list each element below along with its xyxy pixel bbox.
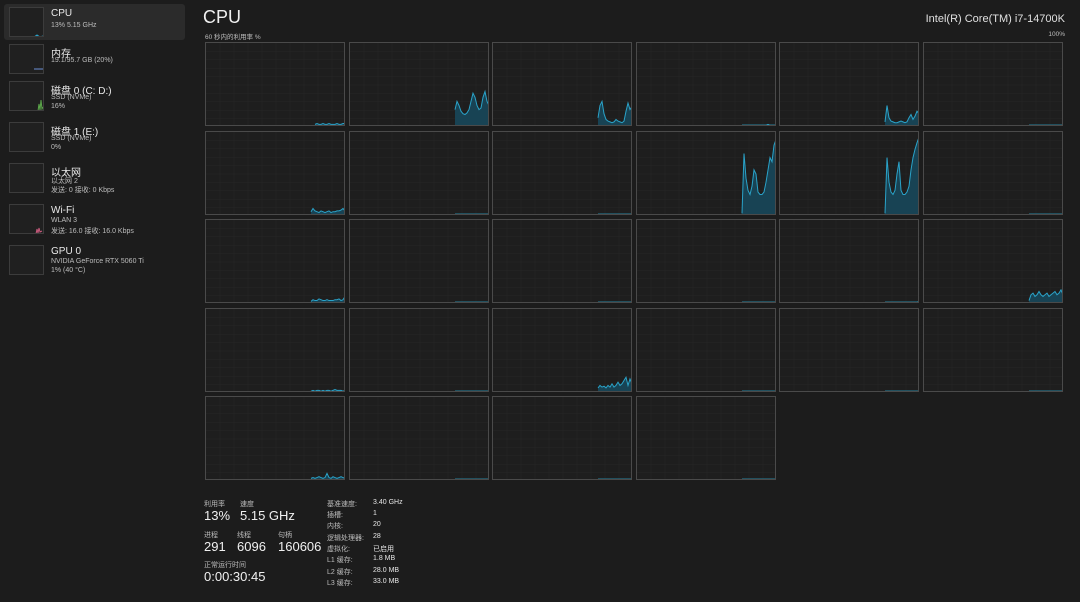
graph-max-label: 100% — [1048, 31, 1065, 38]
sidebar-item-detail: NVIDIA GeForce RTX 5060 Ti — [51, 258, 144, 265]
sidebar-item-detail-2: 发送: 0 接收: 0 Kbps — [51, 187, 115, 194]
core-graph-14 — [492, 219, 633, 303]
main-panel: CPU Intel(R) Core(TM) i7-14700K 60 秒内的利用… — [190, 0, 1080, 602]
core-graph-22 — [779, 307, 920, 392]
sidebar-item-detail-2: 0% — [51, 144, 62, 151]
sidebar-item-detail: SSD (NVMe) — [51, 94, 92, 101]
spec-value: 33.0 MB — [373, 578, 400, 585]
sidebar-item-disk-0[interactable]: 磁盘 0 (C: D:) SSD (NVMe) 16% — [4, 78, 185, 114]
speed-value: 5.15 GHz — [240, 508, 295, 523]
core-graph-15 — [635, 219, 776, 303]
sidebar-item-detail-2: 1% (40 °C) — [51, 267, 86, 274]
wifi-graph-icon — [9, 204, 44, 234]
cpu-model-name: Intel(R) Core(TM) i7-14700K — [925, 13, 1065, 25]
sidebar-item-gpu[interactable]: GPU 0 NVIDIA GeForce RTX 5060 Ti 1% (40 … — [4, 242, 185, 278]
sidebar-item-memory[interactable]: 内存 19.1/95.7 GB (20%) — [4, 41, 185, 77]
core-graph-3 — [635, 42, 776, 126]
ethernet-graph-icon — [9, 163, 44, 193]
spec-value: 1.8 MB — [373, 555, 396, 562]
core-graph-17 — [923, 219, 1063, 303]
sidebar-item-detail: 13% 5.15 GHz — [51, 22, 97, 29]
cpu-graph-icon — [9, 7, 44, 37]
spec-key: L3 缓存: — [327, 580, 353, 587]
sidebar-item-detail-2: 发送: 16.0 接收: 16.0 Kbps — [51, 228, 134, 235]
core-graph-5 — [923, 42, 1063, 126]
core-graph-10 — [779, 130, 920, 215]
processes-value: 291 — [204, 539, 226, 554]
sidebar-item-wifi[interactable]: Wi-Fi WLAN 3 发送: 16.0 接收: 16.0 Kbps — [4, 201, 185, 237]
spec-key: 内核: — [327, 523, 343, 530]
core-graph-2 — [492, 42, 633, 126]
uptime-value: 0:00:30:45 — [204, 569, 266, 584]
core-graph-23 — [923, 307, 1063, 392]
core-graph-12 — [205, 219, 345, 303]
handles-value: 160606 — [278, 539, 322, 554]
core-graph-24 — [205, 396, 345, 480]
core-graph-8 — [492, 130, 633, 215]
spec-value: 20 — [373, 521, 381, 528]
gpu-graph-icon — [9, 245, 44, 275]
spec-value: 已启用 — [373, 546, 394, 553]
spec-key: 逻辑处理器: — [327, 535, 364, 542]
utilization-value: 13% — [204, 508, 231, 523]
disk-graph-icon — [9, 81, 44, 111]
sidebar-item-name: CPU — [51, 8, 73, 19]
core-graph-16 — [779, 219, 920, 303]
spec-key: L1 缓存: — [327, 557, 353, 564]
sidebar-item-name: GPU 0 — [51, 246, 82, 257]
sidebar-item-detail: SSD (NVMe) — [51, 135, 92, 142]
core-graph-7 — [348, 130, 489, 215]
core-graph-19 — [348, 307, 489, 392]
disk-graph-icon — [9, 122, 44, 152]
sidebar-item-ethernet[interactable]: 以太网 以太网 2 发送: 0 接收: 0 Kbps — [4, 160, 185, 196]
spec-value: 28.0 MB — [373, 567, 400, 574]
core-graph-13 — [348, 219, 489, 303]
sidebar-item-detail: 19.1/95.7 GB (20%) — [51, 57, 113, 64]
core-graph-4 — [779, 42, 920, 126]
spec-key: 虚拟化: — [327, 546, 350, 553]
graph-caption: 60 秒内的利用率 % — [205, 34, 261, 41]
sidebar-item-name: Wi-Fi — [51, 205, 75, 216]
spec-value: 28 — [373, 533, 381, 540]
core-graph-20 — [492, 307, 633, 392]
core-graph-21 — [635, 307, 776, 392]
core-graph-27 — [635, 396, 776, 480]
core-graph-0 — [205, 42, 345, 126]
sidebar-item-disk-1[interactable]: 磁盘 1 (E:) SSD (NVMe) 0% — [4, 119, 185, 155]
spec-key: 插槽: — [327, 512, 343, 519]
threads-value: 6096 — [237, 539, 266, 554]
sidebar: CPU 13% 5.15 GHz 内存 19.1/95.7 GB (20%) 磁… — [0, 0, 190, 602]
sidebar-item-detail-2: 16% — [51, 103, 66, 110]
memory-graph-icon — [9, 44, 44, 74]
core-graph-6 — [205, 130, 345, 215]
core-graph-11 — [923, 130, 1063, 215]
core-graph-9 — [635, 130, 776, 215]
core-graph-25 — [348, 396, 489, 480]
sidebar-item-cpu[interactable]: CPU 13% 5.15 GHz — [4, 4, 185, 40]
core-graph-26 — [492, 396, 633, 480]
core-graph-18 — [205, 307, 345, 392]
spec-key: L2 缓存: — [327, 569, 353, 576]
sidebar-item-detail: WLAN 3 — [51, 217, 78, 224]
spec-value: 3.40 GHz — [373, 499, 403, 506]
page-title: CPU — [203, 7, 242, 27]
spec-key: 基准速度: — [327, 501, 357, 508]
spec-value: 1 — [373, 510, 377, 517]
core-graph-1 — [348, 42, 489, 126]
